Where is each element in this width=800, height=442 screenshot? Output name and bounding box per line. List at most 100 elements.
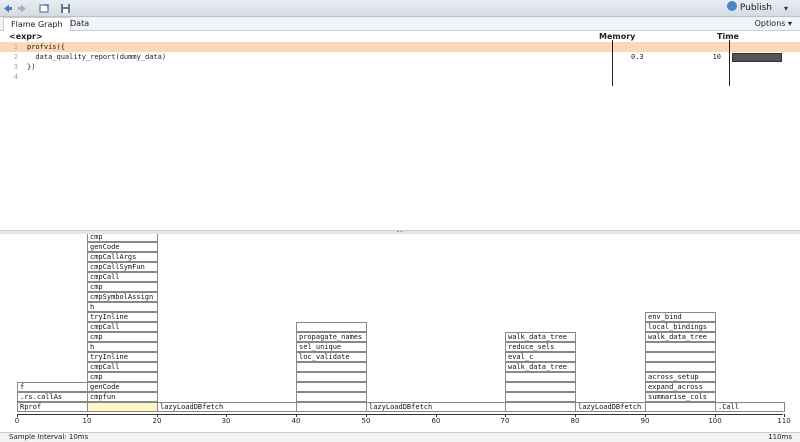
code-line[interactable]: 2 data_quality_report(dummy_data) 0.3 10 <box>0 52 800 62</box>
axis-tick-label: 60 <box>431 417 441 425</box>
flame-cell[interactable]: lazyLoadDBfetch <box>366 402 506 412</box>
flame-cell[interactable] <box>645 342 716 352</box>
options-menu[interactable]: Options ▾ <box>755 17 792 31</box>
time-bar <box>732 53 782 62</box>
tab-data[interactable]: Data <box>63 17 96 31</box>
flame-cell[interactable] <box>505 392 576 402</box>
publish-dropdown-icon[interactable]: ▾ <box>784 1 788 16</box>
flame-graph-axis: 0 10 20 30 40 50 60 70 80 90 100 110 <box>0 414 800 428</box>
total-time: 110ms <box>768 433 792 441</box>
show-in-window-icon[interactable] <box>38 2 50 15</box>
flame-cell[interactable]: eval_c <box>505 352 576 362</box>
flame-cell[interactable] <box>87 402 158 412</box>
flame-cell[interactable]: cmp <box>87 332 158 342</box>
flame-cell[interactable]: sel_unique <box>296 342 367 352</box>
line-number: 2 <box>13 53 18 61</box>
code-text: profvis({ <box>27 43 65 51</box>
toolbar: Publish ▾ <box>0 0 800 17</box>
flame-cell[interactable]: cmpCallSymFun <box>87 262 158 272</box>
flame-cell[interactable]: lazyLoadDBfetch <box>575 402 646 412</box>
flame-cell[interactable] <box>296 362 367 372</box>
flame-cell[interactable]: reduce_sels <box>505 342 576 352</box>
axis-tick-label: 90 <box>640 417 650 425</box>
time-value: 10 <box>712 53 721 61</box>
flame-cell[interactable]: expand_across <box>645 382 716 392</box>
flame-cell[interactable] <box>296 392 367 402</box>
axis-tick-label: 110 <box>777 417 791 425</box>
memory-column-divider <box>612 40 613 86</box>
flame-cell[interactable]: summarise_cols <box>645 392 716 402</box>
flame-cell[interactable] <box>296 382 367 392</box>
code-line[interactable]: 3}) <box>0 62 800 72</box>
flame-cell[interactable] <box>645 352 716 362</box>
line-number: 1 <box>13 43 18 51</box>
axis-tick-label: 20 <box>152 417 162 425</box>
publish-icon <box>726 1 737 11</box>
axis-tick-label: 100 <box>708 417 722 425</box>
code-line[interactable]: 1 profvis({ <box>0 42 800 52</box>
code-pane: <expr> Memory Time 1 profvis({2 data_qual… <box>0 31 800 230</box>
flame-cell[interactable]: Rprof <box>17 402 88 412</box>
flame-cell[interactable] <box>296 372 367 382</box>
flame-cell[interactable] <box>505 382 576 392</box>
flame-cell[interactable] <box>296 322 367 332</box>
flame-cell[interactable]: cmp <box>87 234 158 242</box>
publish-button[interactable]: Publish <box>726 1 772 16</box>
memory-value: 0.3 <box>631 53 644 61</box>
flame-cell[interactable]: .Call <box>715 402 785 412</box>
flame-cell[interactable] <box>645 402 716 412</box>
flame-cell[interactable]: walk_data_tree <box>505 332 576 342</box>
flame-cell[interactable]: cmpCall <box>87 272 158 282</box>
status-bar: Sample Interval: 10ms 110ms <box>0 432 800 442</box>
code-line[interactable]: 4 <box>0 72 800 82</box>
axis-tick-label: 30 <box>221 417 231 425</box>
flame-cell[interactable]: across_setup <box>645 372 716 382</box>
flame-cell[interactable]: cmpSymbolAssign <box>87 292 158 302</box>
flame-cell[interactable]: h <box>87 342 158 352</box>
flame-cell[interactable]: cmpCallArgs <box>87 252 158 262</box>
time-column-divider <box>729 40 730 86</box>
tab-flame-graph[interactable]: Flame Graph <box>3 17 71 31</box>
flame-cell[interactable]: cmp <box>87 282 158 292</box>
flame-cell[interactable]: walk_data_tree <box>505 362 576 372</box>
expr-header: <expr> <box>9 32 43 41</box>
time-header: Time <box>717 32 739 41</box>
axis-tick-label: 10 <box>82 417 92 425</box>
flame-cell[interactable]: tryInline <box>87 312 158 322</box>
axis-tick-label: 70 <box>500 417 510 425</box>
flame-cell[interactable]: propagate_names <box>296 332 367 342</box>
flame-cell[interactable]: genCode <box>87 382 158 392</box>
tab-bar: Flame Graph Data Options ▾ <box>0 17 800 31</box>
code-text: }) <box>27 63 36 71</box>
flame-cell[interactable] <box>296 402 367 412</box>
flame-cell[interactable]: lazyLoadDBfetch <box>157 402 297 412</box>
code-header: <expr> Memory Time <box>0 31 800 42</box>
forward-arrow-icon[interactable] <box>17 2 27 15</box>
flame-cell[interactable]: tryInline <box>87 352 158 362</box>
axis-tick-label: 80 <box>570 417 580 425</box>
flame-cell[interactable]: .rs.callAs <box>17 392 88 402</box>
flame-cell[interactable]: genCode <box>87 242 158 252</box>
flame-cell[interactable] <box>505 372 576 382</box>
memory-header: Memory <box>599 32 636 41</box>
sample-interval: Sample Interval: 10ms <box>9 433 89 441</box>
save-icon[interactable] <box>59 2 71 15</box>
flame-cell[interactable]: h <box>87 302 158 312</box>
flame-cell[interactable] <box>645 362 716 372</box>
flame-cell[interactable] <box>505 402 576 412</box>
flame-cell[interactable]: loc_validate <box>296 352 367 362</box>
flame-cell[interactable]: cmpCall <box>87 322 158 332</box>
flame-cell[interactable]: cmp <box>87 372 158 382</box>
flame-graph[interactable]: Rprof lazyLoadDBfetch lazyLoadDBfetch lazyL… <box>0 234 800 414</box>
splitter-grip-icon <box>397 231 403 233</box>
publish-label: Publish <box>739 3 772 13</box>
flame-cell[interactable]: local_bindings <box>645 322 716 332</box>
back-arrow-icon[interactable] <box>3 2 13 15</box>
flame-cell[interactable]: walk_data_tree <box>645 332 716 342</box>
line-number: 4 <box>13 73 18 81</box>
flame-cell[interactable]: f <box>17 382 88 392</box>
axis-tick-label: 50 <box>361 417 371 425</box>
flame-cell[interactable]: env_bind <box>645 312 716 322</box>
flame-cell[interactable]: cmpCall <box>87 362 158 372</box>
flame-cell[interactable]: cmpfun <box>87 392 158 402</box>
